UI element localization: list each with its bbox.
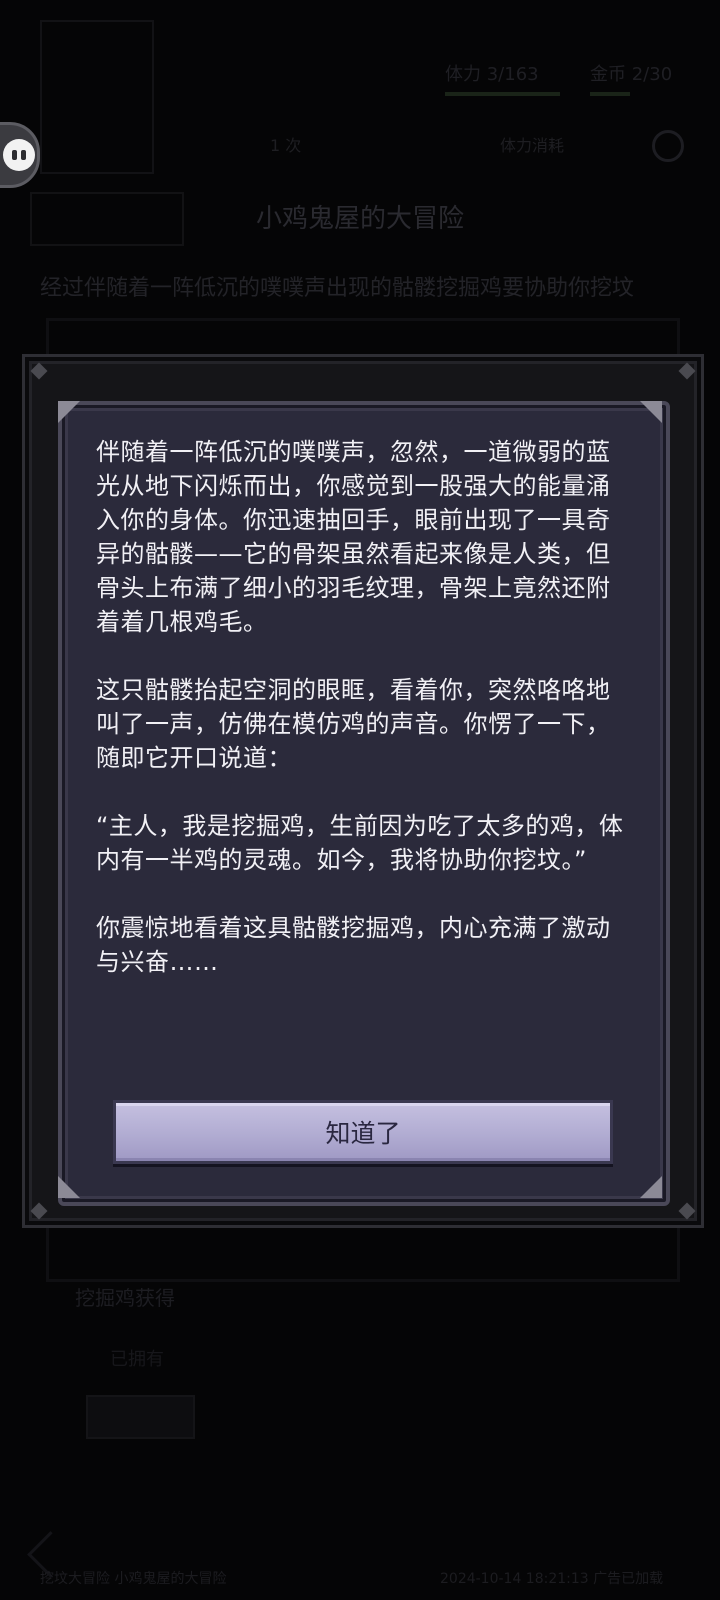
story-text: 伴随着一阵低沉的噗噗声，忽然，一道微弱的蓝光从地下闪烁而出，你感觉到一股强大的能…: [96, 435, 626, 979]
footer-left-text: 挖坟大冒险 小鸡鬼屋的大冒险: [40, 1571, 227, 1587]
frame-stud: [678, 362, 696, 380]
confirm-button-label: 知道了: [325, 1119, 401, 1148]
story-paragraph: 这只骷髅抬起空洞的眼眶，看着你，突然咯咯地叫了一声，仿佛在模仿鸡的声音。你愣了一…: [96, 676, 611, 772]
screen: 体力 3/163 金币 2/30 1 次 体力消耗 小鸡鬼屋的大冒险 经过伴随着…: [0, 0, 720, 1600]
coin-stat: 金币 2/30: [590, 64, 673, 85]
frame-stud: [30, 1202, 48, 1220]
assistant-bubble-icon: [3, 139, 35, 171]
story-paragraph: “主人，我是挖掘鸡，生前因为吃了太多的鸡，体内有一半鸡的灵魂。如今，我将协助你挖…: [96, 812, 624, 874]
page-title: 小鸡鬼屋的大冒险: [255, 204, 464, 234]
footer-right-text: 2024-10-14 18:21:13 广告已加载: [440, 1571, 664, 1587]
stamina-bar: [445, 92, 560, 96]
reward-label: 挖掘鸡获得: [75, 1286, 175, 1310]
coin-bar: [590, 92, 630, 96]
story-paragraph: 你震惊地看着这具骷髅挖掘鸡，内心充满了激动与兴奋……: [96, 914, 611, 976]
confirm-button[interactable]: 知道了: [113, 1100, 613, 1164]
stamina-stat: 体力 3/163: [445, 64, 539, 85]
stamina-cost: 体力消耗: [500, 136, 565, 155]
page-description: 经过伴随着一阵低沉的噗噗声出现的骷髅挖掘鸡要协助你挖坟: [40, 276, 635, 301]
dig-count: 1 次: [270, 136, 302, 155]
character-portrait: [40, 20, 154, 174]
frame-stud: [678, 1202, 696, 1220]
story-paragraph: 伴随着一阵低沉的噗噗声，忽然，一道微弱的蓝光从地下闪烁而出，你感觉到一股强大的能…: [96, 438, 611, 636]
gear-icon: [652, 130, 684, 162]
background-action-button: [86, 1395, 195, 1439]
owned-label: 已拥有: [110, 1349, 164, 1370]
frame-stud: [30, 362, 48, 380]
